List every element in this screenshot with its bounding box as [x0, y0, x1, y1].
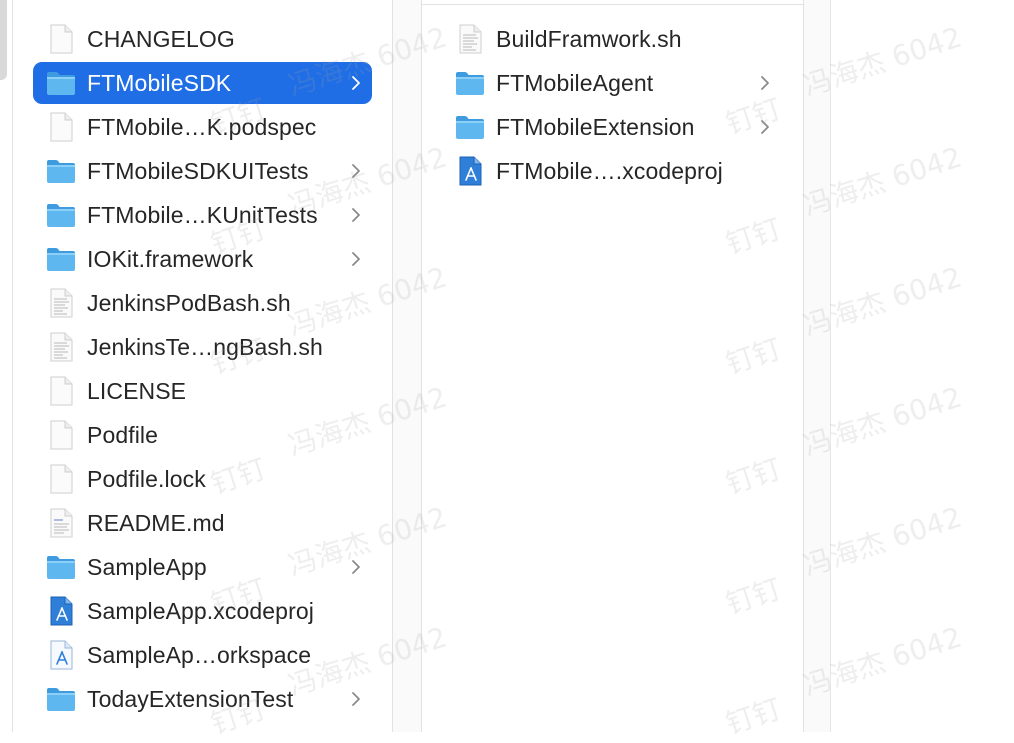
column-divider[interactable]: [392, 0, 421, 732]
item-name: FTMobile…K.podspec: [87, 114, 317, 140]
item-name: FTMobileExtension: [496, 114, 695, 140]
item-name: Podfile.lock: [87, 466, 206, 492]
list-item[interactable]: FTMobileAgent: [442, 62, 783, 104]
item-name: IOKit.framework: [87, 246, 254, 272]
plain-file-icon: [45, 112, 77, 142]
chevron-right-icon: [760, 119, 770, 135]
script-file-icon: [454, 24, 486, 54]
chevron-right-icon: [351, 691, 361, 707]
list-item[interactable]: TodayExtensionTest: [33, 678, 372, 720]
list-item[interactable]: JenkinsTe…ngBash.sh: [33, 326, 372, 368]
item-name: JenkinsPodBash.sh: [87, 290, 291, 316]
folder-icon: [45, 68, 77, 98]
list-item[interactable]: SampleApp.xcodeproj: [33, 590, 372, 632]
folder-icon: [454, 112, 486, 142]
plain-file-icon: [45, 24, 77, 54]
item-name: SampleApp.xcodeproj: [87, 598, 314, 624]
list-item[interactable]: SampleApp: [33, 546, 372, 588]
plain-file-icon: [45, 464, 77, 494]
item-name: FTMobileSDK: [87, 70, 232, 96]
item-name: SampleApp: [87, 554, 207, 580]
item-name: SampleAp…orkspace: [87, 642, 312, 668]
item-name: README.md: [87, 510, 225, 536]
browser-column-2: BuildFramwork.sh FTMobileAgent FTMobileE…: [421, 0, 804, 732]
list-item[interactable]: CHANGELOG: [33, 18, 372, 60]
browser-column-3: [830, 0, 831, 732]
column-top-border: [422, 4, 803, 5]
list-item[interactable]: IOKit.framework: [33, 238, 372, 280]
folder-icon: [45, 244, 77, 274]
script-file-icon: [45, 288, 77, 318]
item-name: FTMobile…KUnitTests: [87, 202, 318, 228]
folder-icon: [45, 552, 77, 582]
markdown-file-icon: [45, 508, 77, 538]
list-item[interactable]: LICENSE: [33, 370, 372, 412]
list-item[interactable]: FTMobileExtension: [442, 106, 783, 148]
chevron-right-icon: [351, 251, 361, 267]
folder-icon: [45, 200, 77, 230]
item-name: FTMobileSDKUITests: [87, 158, 309, 184]
list-item[interactable]: JenkinsPodBash.sh: [33, 282, 372, 324]
item-name: Podfile: [87, 422, 159, 448]
plain-file-icon: [45, 376, 77, 406]
folder-icon: [45, 684, 77, 714]
list-item[interactable]: FTMobile…KUnitTests: [33, 194, 372, 236]
item-name: FTMobile….xcodeproj: [496, 158, 723, 184]
item-name: LICENSE: [87, 378, 187, 404]
xcworkspace-icon: [45, 640, 77, 670]
column-divider[interactable]: [803, 0, 830, 732]
window-edge: [0, 0, 7, 80]
script-file-icon: [45, 332, 77, 362]
item-name: TodayExtensionTest: [87, 686, 294, 712]
list-item[interactable]: FTMobileSDKUITests: [33, 150, 372, 192]
list-item[interactable]: FTMobileSDK: [33, 62, 372, 104]
xcodeproj-icon: [45, 596, 77, 626]
chevron-right-icon: [351, 559, 361, 575]
item-name: JenkinsTe…ngBash.sh: [87, 334, 323, 360]
chevron-right-icon: [351, 207, 361, 223]
list-item[interactable]: FTMobile…K.podspec: [33, 106, 372, 148]
list-item[interactable]: SampleAp…orkspace: [33, 634, 372, 676]
list-item[interactable]: Podfile.lock: [33, 458, 372, 500]
list-item[interactable]: Podfile: [33, 414, 372, 456]
xcodeproj-icon: [454, 156, 486, 186]
list-item[interactable]: BuildFramwork.sh: [442, 18, 783, 60]
chevron-right-icon: [351, 163, 361, 179]
folder-icon: [454, 68, 486, 98]
browser-column-1: CHANGELOG FTMobileSDK FTMobile…K.podspec…: [12, 0, 393, 732]
chevron-right-icon: [351, 75, 361, 91]
list-item[interactable]: FTMobile….xcodeproj: [442, 150, 783, 192]
item-name: BuildFramwork.sh: [496, 26, 682, 52]
list-item[interactable]: README.md: [33, 502, 372, 544]
item-name: CHANGELOG: [87, 26, 235, 52]
item-name: FTMobileAgent: [496, 70, 654, 96]
folder-icon: [45, 156, 77, 186]
plain-file-icon: [45, 420, 77, 450]
chevron-right-icon: [760, 75, 770, 91]
